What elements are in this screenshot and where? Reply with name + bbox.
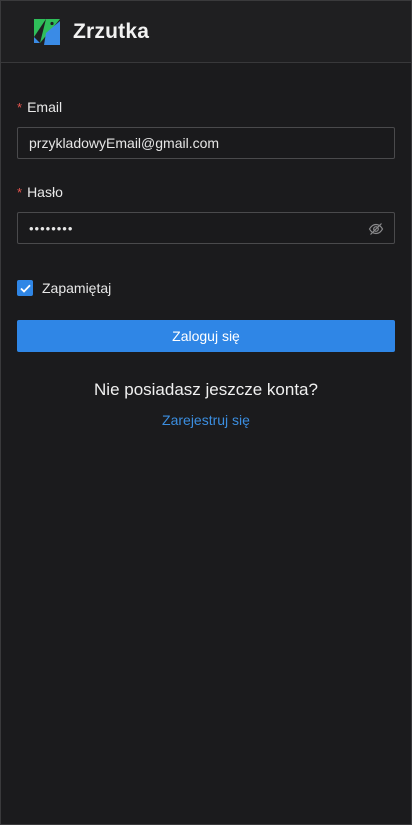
email-input[interactable]: przykladowyEmail@gmail.com (17, 127, 395, 159)
remember-label: Zapamiętaj (42, 280, 112, 296)
zrzutka-logo-icon (34, 18, 60, 45)
email-field-group: * Email przykladowyEmail@gmail.com (17, 99, 395, 159)
password-label-text: Hasło (27, 184, 63, 200)
remember-me[interactable]: Zapamiętaj (17, 280, 395, 296)
no-account-text: Nie posiadasz jeszcze konta? (94, 380, 318, 399)
email-input-value: przykladowyEmail@gmail.com (29, 135, 220, 151)
required-mark: * (17, 99, 23, 115)
login-form: * Email przykladowyEmail@gmail.com * Has… (1, 63, 411, 428)
required-mark: * (17, 184, 23, 200)
password-field-group: * Hasło •••••••• (17, 184, 395, 244)
app-title: Zrzutka (73, 19, 150, 43)
password-label: * Hasło (17, 184, 395, 200)
register-link[interactable]: Zarejestruj się (17, 412, 395, 428)
password-input[interactable]: •••••••• (17, 212, 395, 244)
eye-slash-icon[interactable] (368, 221, 384, 237)
app-header: Zrzutka (1, 1, 411, 63)
password-input-value: •••••••• (29, 220, 74, 236)
email-label: * Email (17, 99, 395, 115)
app-window: Zrzutka * Email przykladowyEmail@gmail.c… (0, 0, 412, 825)
login-button[interactable]: Zaloguj się (17, 320, 395, 352)
check-icon (19, 284, 31, 293)
remember-checkbox[interactable] (17, 280, 33, 296)
email-label-text: Email (27, 99, 63, 115)
